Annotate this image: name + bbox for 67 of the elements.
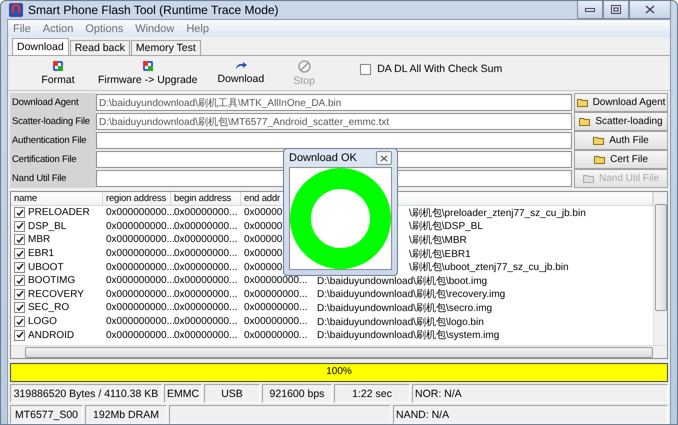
table-cell: 0x00000000... [174,262,238,273]
table-cell: UBOOT [28,262,64,273]
table-cell-text: D:\baiduyundownload\刷机包\logo.bin [317,316,484,329]
table-cell: 0x000000000... [106,302,175,314]
table-cell: 0x00000000... [244,288,308,300]
table-cell-text: D:\baiduyundownload\刷机包\boot.img [317,274,488,288]
table-cell: 0x00000000... [244,316,308,328]
field-label: Nand Util File [10,169,96,188]
table-cell: DSP_BL [28,220,66,232]
table-cell-text: \刷机包\MBR [409,234,467,247]
table-cell: 0x00000 [244,248,282,260]
table-cell: 0x00000000... [174,248,238,260]
table-cell-text: \刷机包\preloader_ztenj77_sz_cu_jb.bin [409,206,586,220]
window-title: Smart Phone Flash Tool (Runtime Trace Mode) [28,3,279,17]
table-cell: 0x000000000... [106,330,175,341]
table-cell: 0x00000000... [174,207,238,218]
table-cell: 0x00000000... [174,220,238,232]
table-cell: 0x00000000... [244,330,308,341]
table-cell: 0x00000000... [244,302,308,314]
table-cell: 0x00000000... [174,330,238,341]
table-cell: MBR [28,234,50,246]
table-cell: 0x00000000... [174,302,238,314]
status-cell: USB [204,384,260,403]
table-cell-text: D:\baiduyundownload\刷机包\secro.img [317,302,492,315]
status-cell: 192Mb DRAM [85,405,167,424]
table-cell: EBR1 [28,248,54,260]
table-cell: BOOTIMG [28,275,76,286]
table-cell: 0x000000000... [106,288,175,300]
status-cell: 319886520 Bytes / 4110.38 KB [10,384,162,403]
field-label: Scatter-loading File [10,112,96,131]
table-cell-text: \刷机包\EBR1 [409,248,471,261]
table-cell: 0x00000 [244,207,282,218]
table-cell: 0x00000 [244,234,282,246]
table-cell: 0x000000000... [106,248,175,260]
status-cell: EMMC [164,384,202,403]
table-cell: 0x00000000... [174,316,238,328]
table-cell: 0x00000000... [244,275,308,286]
dialog-title: Download OK [289,152,357,164]
table-cell: 0x00000000... [174,288,238,300]
table-cell: SEC_RO [28,302,70,314]
table-cell-text: \刷机包\DSP_BL [409,220,483,234]
table-cell: 0x000000000... [106,316,175,328]
progress-label: 100% [326,366,352,377]
field-label: Download Agent [10,93,96,112]
field-label: Authentication File [10,131,96,150]
status-cell: 921600 bps [262,384,332,403]
status-cell: NAND: N/A [393,405,668,424]
table-cell-text: D:\baiduyundownload\刷机包\system.img [317,328,500,342]
table-cell: 0x000000000... [106,262,175,273]
table-cell: PRELOADER [28,207,90,218]
table-cell: 0x00000 [244,262,282,273]
table-cell: 0x00000000... [174,234,238,246]
table-cell: 0x00000000... [174,275,238,286]
status-cell: NOR: N/A [412,384,668,403]
table-cell: RECOVERY [28,288,84,300]
table-cell: LOGO [28,316,57,328]
table-cell: 0x000000000... [106,220,175,232]
status-cell: 1:22 sec [334,384,410,403]
table-cell: 0x000000000... [106,207,175,218]
table-cell: 0x00000 [244,220,282,232]
table-cell: ANDROID [28,330,74,341]
table-cell-text: \刷机包\uboot_ztenj77_sz_cu_jb.bin [409,260,569,274]
status-cell: MT6577_S00 [10,405,83,424]
field-label: Certification File [10,150,96,169]
table-cell-text: D:\baiduyundownload\刷机包\recovery.img [317,288,506,302]
table-cell: 0x000000000... [106,275,175,286]
table-cell: 0x000000000... [106,234,175,246]
